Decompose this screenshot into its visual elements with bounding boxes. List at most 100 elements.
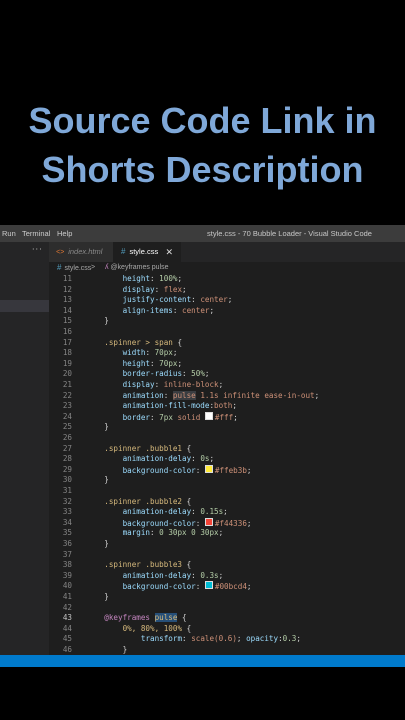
tab-index-html[interactable]: <> index.html [49, 242, 113, 262]
line-content: } [86, 316, 109, 327]
line-content: animation-fill-mode:both; [86, 401, 237, 412]
line-number: 34 [62, 517, 72, 527]
code-token: ; [218, 570, 224, 580]
code-editor[interactable]: 11 height: 100%; 12 display: flex; 13 just… [49, 274, 405, 665]
code-token: : [195, 518, 205, 528]
code-token: ; [177, 358, 183, 368]
tab-style-css[interactable]: # style.css ✕ [113, 242, 181, 262]
code-token: align-items [122, 305, 173, 315]
code-token: } [86, 592, 109, 601]
line-number: 41 [62, 592, 72, 601]
line-content: .spinner .bubble2 { [86, 497, 191, 508]
line-number: 38 [62, 560, 72, 570]
code-token: ; [236, 634, 247, 644]
line-content: } [86, 645, 128, 656]
code-token: both [214, 401, 233, 411]
color-swatch[interactable] [204, 464, 213, 473]
code-token: } [86, 475, 109, 485]
line-content: } [86, 539, 109, 550]
code-token: : [182, 369, 192, 379]
code-token: } [86, 316, 109, 326]
code-token: justify-content [122, 295, 192, 305]
headline-line-1: Source Code Link in [28, 100, 377, 141]
color-swatch[interactable] [204, 517, 213, 526]
menu-run[interactable]: Run [2, 229, 16, 238]
line-number: 33 [62, 507, 72, 517]
code-token: : [191, 454, 201, 464]
code-token: ; [172, 348, 178, 358]
code-token: ; [246, 465, 252, 475]
headline-line-2: Shorts Description [41, 149, 364, 190]
code-token: ; [218, 380, 224, 389]
line-number: 18 [62, 348, 72, 358]
line-number: 13 [62, 295, 72, 305]
line-number: 11 [62, 274, 72, 283]
code-token: { [186, 560, 192, 570]
close-icon[interactable]: ✕ [165, 242, 173, 262]
code-token: height [122, 358, 151, 368]
menu-terminal[interactable]: Terminal [22, 229, 50, 238]
line-content: background-color: #ffeb3b; [86, 464, 252, 477]
status-bar [0, 655, 405, 667]
line-number: 31 [62, 486, 72, 495]
code-token: } [86, 539, 109, 548]
line-number: 20 [62, 369, 72, 379]
code-token: : [150, 358, 160, 368]
line-content: background-color: #00bcd4; [86, 581, 251, 593]
line-content: transform: scale(0.6); opacity:0.3; [86, 634, 301, 645]
code-token: flex [163, 284, 183, 294]
code-token: ; [209, 305, 215, 315]
more-actions-icon[interactable]: ··· [32, 245, 43, 254]
line-number: 43 [62, 613, 72, 623]
menu-help[interactable]: Help [57, 229, 72, 238]
line-content: align-items: center; [86, 306, 214, 317]
line-content: height: 100%; [86, 274, 182, 285]
code-token: ; [233, 412, 238, 422]
code-token: .spinner .bubble1 [86, 443, 187, 453]
line-number: 15 [62, 316, 72, 326]
breadcrumb-symbol[interactable]: ʎ @keyframes pulse [105, 262, 169, 274]
code-token: margin [122, 528, 151, 538]
code-token: 0 30px 0 30px [159, 528, 219, 538]
code-token: width [122, 348, 146, 358]
code-token: 0.3s [200, 570, 219, 580]
color-swatch[interactable] [204, 581, 213, 590]
line-number: 22 [62, 390, 72, 400]
line-content: display: flex; [86, 285, 187, 296]
code-token: animation [122, 390, 164, 400]
line-content: animation-delay: 0.15s; [86, 507, 228, 518]
line-content: border-radius: 50%; [86, 369, 210, 380]
keyframes-symbol-icon: ʎ [105, 264, 109, 271]
code-token: ; [182, 284, 187, 294]
explorer-selected-item[interactable] [0, 300, 49, 312]
code-token: { [186, 496, 192, 506]
line-number: 21 [62, 380, 72, 389]
color-swatch[interactable] [204, 411, 213, 420]
code-token: background-color [122, 518, 196, 528]
code-token: inline-block [163, 380, 219, 389]
line-number: 12 [62, 284, 72, 294]
code-token: scale(0.6) [191, 634, 237, 644]
code-token: : [150, 412, 160, 422]
line-content: .spinner .bubble3 { [86, 560, 191, 571]
line-number: 44 [62, 623, 72, 633]
code-token: ; [209, 454, 215, 464]
line-number: 14 [62, 305, 72, 315]
line-content: justify-content: center; [86, 295, 233, 306]
code-token: transform [140, 634, 183, 644]
code-token: : [154, 380, 164, 389]
code-token: : [172, 305, 183, 315]
code-token: } [86, 422, 109, 432]
code-token: animation-delay [122, 454, 192, 464]
